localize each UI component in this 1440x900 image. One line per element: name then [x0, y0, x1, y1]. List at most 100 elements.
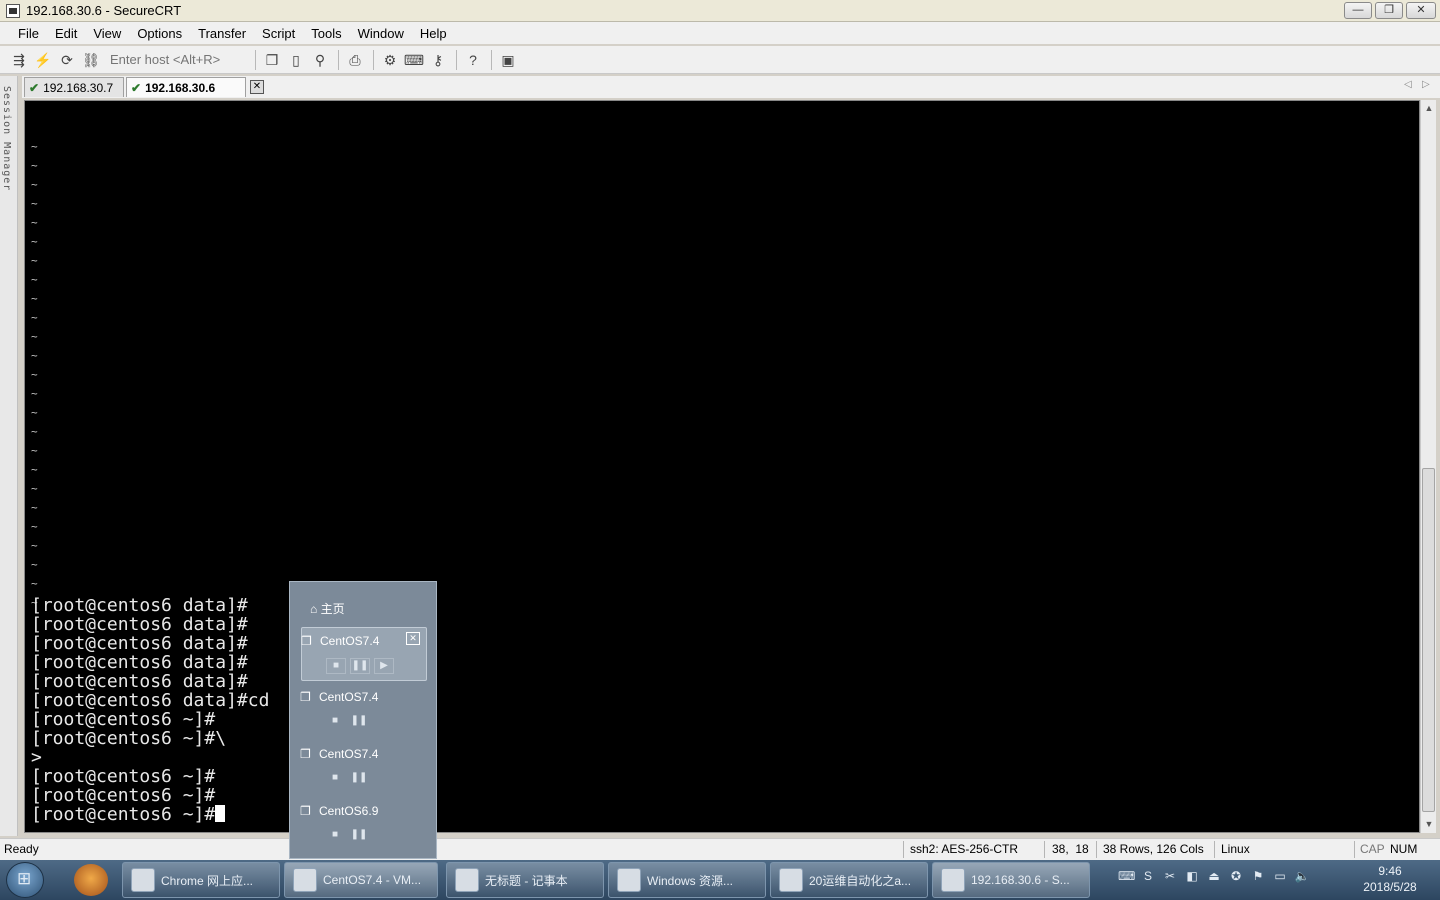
tab-192-168-30-6[interactable]: ✔ 192.168.30.6: [126, 77, 246, 97]
pause-icon[interactable]: ❚❚: [349, 714, 369, 730]
menu-options[interactable]: Options: [129, 26, 190, 41]
toolbar-separator: [373, 49, 374, 70]
vm-name: CentOS7.4: [320, 634, 380, 648]
pause-icon[interactable]: ❚❚: [349, 828, 369, 844]
vm-item[interactable]: ❐ CentOS7.4 ■ ❚❚: [300, 741, 427, 795]
menu-file[interactable]: File: [10, 26, 47, 41]
status-bar: Ready ssh2: AES-256-CTR 38, 18 38 Rows, …: [0, 838, 1440, 860]
vim-tilde-line: ~: [31, 178, 38, 191]
host-input[interactable]: [104, 49, 244, 70]
task-explorer[interactable]: Windows 资源...: [608, 862, 766, 898]
stop-icon[interactable]: ■: [325, 828, 345, 844]
task-securecrt[interactable]: 192.168.30.6 - S...: [932, 862, 1090, 898]
find-icon[interactable]: ⚲: [309, 50, 331, 70]
vim-tilde-line: ~: [31, 330, 38, 343]
tab-192-168-30-7[interactable]: ✔ 192.168.30.7: [24, 77, 124, 97]
status-divider: [1096, 841, 1097, 858]
start-button[interactable]: [6, 862, 44, 898]
scroll-up-icon[interactable]: ▲: [1421, 100, 1437, 116]
close-tab-icon[interactable]: ✕: [250, 80, 264, 94]
copy-icon[interactable]: ❐: [261, 50, 283, 70]
session-tab-bar: ✔ 192.168.30.7 ✔ 192.168.30.6 ✕ ◁ ▷: [22, 76, 1440, 98]
vm-item[interactable]: ❐ CentOS7.4 ✕ ■ ❚❚ ▶: [301, 627, 427, 681]
sftp-icon[interactable]: ▣: [497, 50, 519, 70]
input-method-icon[interactable]: S: [1140, 868, 1156, 884]
securecrt-app-icon[interactable]: [6, 3, 20, 18]
disconnect-icon[interactable]: ⛓: [80, 50, 102, 70]
home-icon: ⌂: [310, 602, 318, 616]
tab-label: 192.168.30.6: [145, 80, 216, 95]
vm-item[interactable]: ❐ CentOS7.4 ■ ❚❚: [300, 684, 427, 738]
system-tray: ⌨ S ✂ ◧ ⏏ ✪ ⚑ ▭ 🔈: [1118, 868, 1310, 884]
menu-tools[interactable]: Tools: [303, 26, 349, 41]
keyboard-icon[interactable]: ⌨: [1118, 868, 1135, 884]
pause-icon[interactable]: ❚❚: [349, 771, 369, 787]
terminal-line: [root@centos6 ~]#: [31, 767, 269, 786]
clock[interactable]: 9:46 2018/5/28: [1350, 863, 1430, 895]
terminal-line-text: [root@centos6 ~]#: [31, 709, 216, 730]
vim-tilde-line: ~: [31, 387, 38, 400]
monitor-icon[interactable]: ▭: [1272, 868, 1288, 884]
pinned-browser-icon[interactable]: [74, 864, 108, 896]
terminal-scrollbar[interactable]: ▲ ▼: [1420, 100, 1436, 833]
connected-check-icon: ✔: [131, 80, 142, 95]
stop-icon[interactable]: ■: [326, 658, 346, 674]
paste-icon[interactable]: ▯: [285, 50, 307, 70]
clock-date: 2018/5/28: [1363, 880, 1417, 894]
task-label: CentOS7.4 - VM...: [323, 873, 422, 887]
app-tray-icon[interactable]: ◧: [1184, 868, 1200, 884]
terminal-screen[interactable]: ~ ~ ~ ~ ~ ~ ~ ~ ~ ~ ~ ~ ~ ~ ~ ~ ~ ~ ~ ~ ~ ~ ~ ~ ~ [root@centos6 …: [24, 100, 1420, 833]
terminal-line: [root@centos6 ~]#: [31, 710, 269, 729]
volume-icon[interactable]: 🔈: [1294, 868, 1310, 884]
vm-icon: ❐: [300, 690, 311, 704]
menu-script[interactable]: Script: [254, 26, 303, 41]
connect-icon[interactable]: ⇶: [8, 50, 30, 70]
scroll-thumb[interactable]: [1422, 468, 1435, 812]
help-icon[interactable]: ?: [462, 50, 484, 70]
vm-item[interactable]: ❐ CentOS6.9 ■ ❚❚: [300, 798, 427, 852]
print-icon[interactable]: ⎙: [344, 50, 366, 70]
securecrt-icon: [941, 868, 965, 892]
safe-remove-icon[interactable]: ⏏: [1206, 868, 1222, 884]
scroll-down-icon[interactable]: ▼: [1421, 816, 1437, 832]
tab-scroll-right-icon[interactable]: ▷: [1422, 79, 1430, 90]
stop-icon[interactable]: ■: [325, 714, 345, 730]
terminal-line: [root@centos6 data]#: [31, 615, 269, 634]
vm-controls: ■ ❚❚: [325, 714, 369, 730]
task-vmware[interactable]: CentOS7.4 - VM...: [284, 862, 438, 898]
menu-transfer[interactable]: Transfer: [190, 26, 254, 41]
task-chrome[interactable]: Chrome 网上应...: [122, 862, 280, 898]
menu-view[interactable]: View: [85, 26, 129, 41]
stop-icon[interactable]: ■: [325, 771, 345, 787]
tool-icon[interactable]: ✂: [1162, 868, 1178, 884]
reconnect-icon[interactable]: ⟳: [56, 50, 78, 70]
maximize-button[interactable]: ❐: [1375, 2, 1403, 19]
task-notepad[interactable]: 无标题 - 记事本: [446, 862, 604, 898]
status-os: Linux: [1221, 842, 1250, 856]
close-vm-icon[interactable]: ✕: [406, 632, 420, 645]
vim-tilde-line: ~: [31, 539, 38, 552]
task-pdf[interactable]: 20运维自动化之a...: [770, 862, 928, 898]
key-icon[interactable]: ⚷: [427, 50, 449, 70]
terminal-line: >: [31, 748, 269, 767]
menu-help[interactable]: Help: [412, 26, 455, 41]
keymap-icon[interactable]: ⌨: [403, 50, 425, 70]
menu-edit[interactable]: Edit: [47, 26, 85, 41]
vm-icon: ❐: [301, 634, 312, 648]
pause-icon[interactable]: ❚❚: [350, 658, 370, 674]
network-tray-icon[interactable]: ⚑: [1250, 868, 1266, 884]
security-icon[interactable]: ✪: [1228, 868, 1244, 884]
session-manager-strip[interactable]: Session Manager: [0, 76, 18, 836]
tab-scroll-left-icon[interactable]: ◁: [1404, 79, 1412, 90]
settings-icon[interactable]: ⚙: [379, 50, 401, 70]
vm-name: CentOS6.9: [319, 804, 379, 818]
play-icon[interactable]: ▶: [374, 658, 394, 674]
quick-connect-icon[interactable]: ⚡: [32, 50, 54, 70]
menu-window[interactable]: Window: [350, 26, 412, 41]
minimize-button[interactable]: —: [1344, 2, 1372, 19]
vim-tilde-line: ~: [31, 273, 38, 286]
home-item[interactable]: ⌂ 主页: [310, 600, 345, 617]
task-label: 192.168.30.6 - S...: [971, 873, 1070, 887]
close-button[interactable]: ✕: [1406, 2, 1436, 19]
status-cipher: ssh2: AES-256-CTR: [910, 842, 1019, 856]
